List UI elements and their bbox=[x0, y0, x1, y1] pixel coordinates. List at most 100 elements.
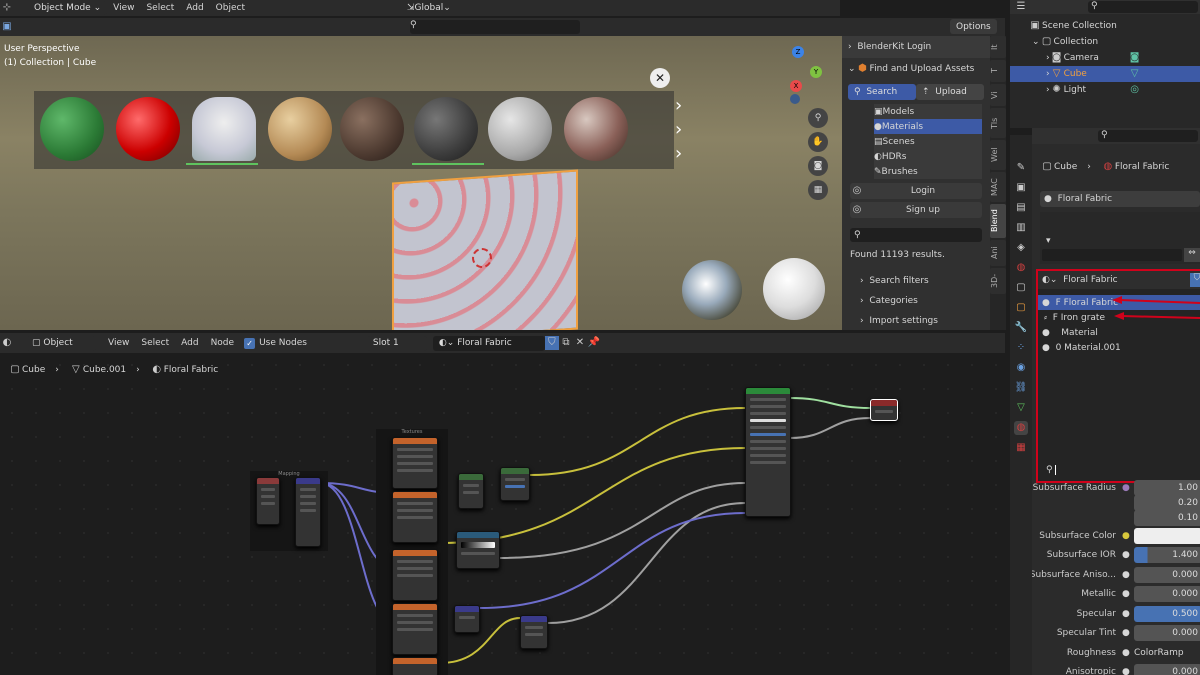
props-material-slot[interactable]: ● Floral Fabric bbox=[1040, 191, 1200, 207]
props-search[interactable]: ⚲ bbox=[1098, 130, 1198, 142]
props-slot-field[interactable] bbox=[1042, 249, 1182, 261]
3d-cursor-icon[interactable] bbox=[472, 248, 492, 268]
editor-type-icon[interactable]: ⊹ bbox=[0, 1, 14, 15]
pan-icon[interactable]: ✋ bbox=[808, 132, 828, 152]
axis-z-icon[interactable]: Z bbox=[792, 46, 804, 58]
prop-value[interactable]: 1.400 bbox=[1134, 547, 1200, 563]
bk-signup-button[interactable]: ◎ Sign up bbox=[850, 202, 982, 218]
node-tex-coord[interactable] bbox=[256, 477, 280, 525]
asset-thumb-red[interactable] bbox=[116, 97, 180, 161]
modifier-tab-icon[interactable]: 🔧 bbox=[1014, 321, 1028, 335]
outliner-type-icon[interactable]: ☰ bbox=[1014, 0, 1028, 14]
physics-tab-icon[interactable]: ◉ bbox=[1014, 361, 1028, 375]
tab-3d[interactable]: 3D- bbox=[990, 268, 1006, 294]
object-type-select[interactable]: ▢ Object bbox=[26, 335, 96, 351]
asset-thumb-grate[interactable] bbox=[414, 97, 478, 161]
outliner-scene-collection[interactable]: ▣ Scene Collection bbox=[1010, 18, 1200, 34]
node-principled-bsdf[interactable] bbox=[745, 387, 791, 517]
asset-thumb-camo[interactable] bbox=[564, 97, 628, 161]
asset-thumb-floral[interactable] bbox=[192, 97, 256, 161]
node-normal-map[interactable] bbox=[454, 605, 480, 633]
menu-add[interactable]: Add bbox=[180, 3, 209, 13]
bk-search-field[interactable]: ⚲ bbox=[850, 228, 982, 242]
node-image-texture-2[interactable] bbox=[392, 491, 438, 543]
outliner-item-cube[interactable]: › ▽ Cube ▽ bbox=[1010, 66, 1200, 82]
unlink-icon[interactable]: ✕ bbox=[573, 336, 587, 350]
prop-color-swatch[interactable] bbox=[1134, 528, 1200, 544]
node-image-texture-1[interactable] bbox=[392, 437, 438, 489]
menu-select[interactable]: Select bbox=[140, 3, 180, 13]
render-tab-icon[interactable]: ▣ bbox=[1014, 181, 1028, 195]
bk-login-header[interactable]: › BlenderKit Login bbox=[842, 36, 990, 58]
menu-object[interactable]: Object bbox=[210, 3, 251, 13]
tab-tls[interactable]: Tls bbox=[990, 108, 1006, 138]
axis-gizmo[interactable]: Z Y X bbox=[768, 46, 828, 116]
world-tab-icon[interactable]: ◍ bbox=[1014, 261, 1028, 275]
scene-tab-icon[interactable]: ◈ bbox=[1014, 241, 1028, 255]
viewport-search[interactable]: ⚲ bbox=[410, 20, 580, 34]
props-slot-expand-icon[interactable]: ▾ bbox=[1046, 236, 1051, 246]
tab-wel[interactable]: Wel bbox=[990, 140, 1006, 170]
node-image-texture-3[interactable] bbox=[392, 549, 438, 601]
node-bump[interactable] bbox=[520, 615, 548, 649]
viewport-3d[interactable]: User Perspective (1) Collection | Cube ✕… bbox=[0, 36, 842, 330]
tab-vi[interactable]: Vi bbox=[990, 84, 1006, 106]
ne-menu-add[interactable]: Add bbox=[175, 338, 204, 348]
texture-tab-icon[interactable]: ▦ bbox=[1014, 441, 1028, 455]
asset-thumb-green[interactable] bbox=[40, 97, 104, 161]
bk-search-filters[interactable]: › Search filters bbox=[860, 272, 982, 290]
bk-cat-materials[interactable]: ● Materials bbox=[874, 119, 982, 134]
asset-bar-close-icon[interactable]: ✕ bbox=[650, 68, 670, 88]
menu-view[interactable]: View bbox=[107, 3, 140, 13]
material-select[interactable]: ◐⌄ Floral Fabric bbox=[432, 335, 545, 351]
dropdown-item-material-001[interactable]: ● 0 Material.001 bbox=[1038, 340, 1200, 355]
outliner-item-light[interactable]: › ✺ Light ◎ bbox=[1010, 82, 1200, 98]
node-image-texture-4[interactable] bbox=[392, 603, 438, 655]
ne-menu-select[interactable]: Select bbox=[135, 338, 175, 348]
bk-import-settings[interactable]: › Import settings bbox=[860, 312, 982, 330]
options-button[interactable]: Options bbox=[950, 19, 997, 34]
prop-value[interactable]: 0.500 bbox=[1134, 606, 1200, 622]
axis-x-icon[interactable]: X bbox=[790, 80, 802, 92]
node-mapping[interactable] bbox=[295, 477, 321, 547]
object-tab-icon[interactable]: ▢ bbox=[1014, 301, 1028, 315]
ne-menu-node[interactable]: Node bbox=[205, 338, 241, 348]
bk-categories-toggle[interactable]: › Categories bbox=[860, 292, 982, 310]
tab-blend[interactable]: Blend bbox=[990, 204, 1006, 238]
tab-mac[interactable]: MAC bbox=[990, 172, 1006, 202]
bk-tab-search[interactable]: ⚲ Search bbox=[848, 84, 916, 100]
material-tab-icon[interactable]: ◍ bbox=[1014, 421, 1028, 435]
collection-tab-icon[interactable]: ▢ bbox=[1014, 281, 1028, 295]
node-material-output[interactable] bbox=[870, 399, 898, 421]
node-mix[interactable] bbox=[500, 467, 530, 501]
dropdown-search-input[interactable]: ⚲ bbox=[1042, 463, 1200, 477]
bk-cat-models[interactable]: ▣ Models bbox=[874, 104, 982, 119]
bk-login-button[interactable]: ◎ Login bbox=[850, 183, 982, 199]
prop-linked-node[interactable]: ColorRamp bbox=[1134, 648, 1200, 658]
bk-find-header[interactable]: ⌄ ⬢ Find and Upload Assets bbox=[842, 58, 990, 80]
ortho-grid-icon[interactable]: ▦ bbox=[808, 180, 828, 200]
dropdown-item-material[interactable]: ● Material bbox=[1038, 325, 1200, 340]
prop-value[interactable]: 0.000 bbox=[1134, 586, 1200, 602]
tab-t[interactable]: T bbox=[990, 60, 1006, 82]
ne-menu-view[interactable]: View bbox=[102, 338, 135, 348]
node-separate[interactable] bbox=[458, 473, 484, 509]
outliner-search[interactable]: ⚲ bbox=[1088, 1, 1198, 13]
constraints-tab-icon[interactable]: ⛓ bbox=[1014, 381, 1028, 395]
bk-cat-brushes[interactable]: ✎ Brushes bbox=[874, 164, 982, 179]
pin-icon[interactable]: 📌 bbox=[587, 336, 601, 350]
prop-value[interactable]: 0.10 bbox=[1134, 510, 1200, 526]
data-tab-icon[interactable]: ▽ bbox=[1014, 401, 1028, 415]
select-box-icon[interactable]: ▣ bbox=[0, 20, 14, 34]
bk-tab-upload[interactable]: ⇡ Upload bbox=[916, 84, 984, 100]
use-nodes-checkbox[interactable]: ✓ bbox=[244, 337, 256, 349]
tool-tab-icon[interactable]: ✎ bbox=[1014, 161, 1028, 175]
particles-tab-icon[interactable]: ⁘ bbox=[1014, 341, 1028, 355]
asset-thumb-tiles[interactable] bbox=[340, 97, 404, 161]
tab-it[interactable]: It bbox=[990, 36, 1006, 58]
asset-bar-next-icon[interactable]: › › › bbox=[675, 94, 682, 166]
transform-orientation[interactable]: ⇲ Global ⌄ bbox=[401, 1, 457, 15]
prop-value[interactable]: 0.000 bbox=[1134, 567, 1200, 583]
expand-arrow-icon[interactable]: ▸ bbox=[1032, 649, 1052, 657]
outliner-collection[interactable]: ⌄ ▢ Collection bbox=[1010, 34, 1200, 50]
